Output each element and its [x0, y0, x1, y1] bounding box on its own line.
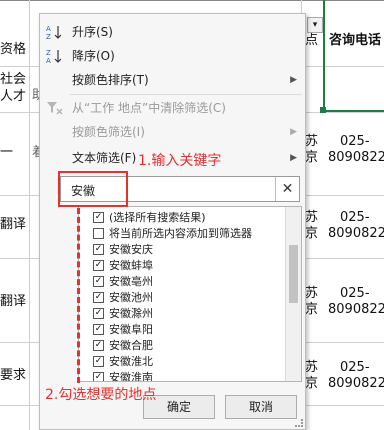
cell-city: 苏	[305, 360, 319, 375]
filter-item-label: 安徽池州	[109, 291, 153, 304]
cell-text: 人才	[0, 89, 27, 104]
cell-city: 苏	[305, 286, 319, 301]
filter-item-label: 安徽阜阳	[109, 323, 153, 336]
sort-descending-icon: Z A	[46, 48, 64, 65]
filter-item-label: 安徽安庆	[109, 243, 153, 256]
scrollbar-thumb[interactable]	[289, 245, 298, 303]
filter-item-label: (选择所有搜索结果)	[109, 211, 206, 224]
header-cell-qualification: 资格	[0, 42, 27, 57]
cell-text: 翻译	[0, 217, 27, 232]
cell-phone: 025-	[340, 360, 370, 375]
cell-text: 一	[0, 145, 14, 160]
annotation-box-search	[58, 171, 128, 207]
filter-item-label: 安徽滁州	[109, 307, 153, 320]
menu-separator	[70, 94, 302, 95]
cell-text: 要求	[0, 368, 27, 383]
filter-item-label: 安徽蚌埠	[109, 259, 153, 272]
cell-phone: 025-	[340, 210, 370, 225]
cell-phone: 8090822	[328, 150, 384, 165]
svg-text:A: A	[46, 25, 51, 33]
checked-checkbox[interactable]: ✓	[93, 212, 104, 223]
text-filter-label: 文本筛选(F)	[72, 151, 137, 165]
checked-checkbox[interactable]: ✓	[93, 372, 104, 381]
cancel-button[interactable]: 取消	[225, 395, 297, 419]
annotation-step1: 1.输入关键字	[138, 153, 222, 169]
checked-checkbox[interactable]: ✓	[93, 356, 104, 367]
cell-city: 京	[305, 376, 319, 391]
svg-text:Z: Z	[46, 49, 51, 57]
sort-ascending-label: 升序(S)	[72, 25, 113, 39]
sort-descending-label: 降序(O)	[72, 49, 115, 63]
checked-checkbox[interactable]: ✓	[93, 308, 104, 319]
header-cell-point: 点	[305, 33, 319, 48]
resize-grip[interactable]	[295, 419, 303, 427]
filter-item-label: 安徽淮南	[109, 371, 153, 382]
filter-item-label: 安徽合肥	[109, 339, 153, 352]
chevron-right-icon: ▶	[290, 153, 297, 163]
sort-ascending-item[interactable]: A Z 升序(S)	[40, 21, 305, 43]
fill-handle[interactable]	[320, 107, 326, 113]
grid-line	[0, 0, 384, 1]
selected-cell-border	[323, 110, 384, 112]
cell-city: 京	[305, 226, 319, 241]
checked-checkbox[interactable]: ✓	[93, 276, 104, 287]
cell-text: 翻译	[0, 294, 27, 309]
checked-checkbox[interactable]: ✓	[93, 260, 104, 271]
cell-phone: 8090822	[328, 302, 384, 317]
cell-city: 京	[305, 302, 319, 317]
filter-value-list: ✓ (选择所有搜索结果) 将当前所选内容添加到筛选器 ✓ 安徽安庆 ✓ 安徽蚌埠 ✓ 安徽亳州 ✓…	[78, 206, 302, 382]
checked-checkbox[interactable]: ✓	[93, 324, 104, 335]
cell-phone: 025-	[340, 286, 370, 301]
cell-text: 社会	[0, 72, 27, 87]
sort-by-color-item[interactable]: 按颜色排序(T) ▶	[40, 69, 305, 91]
unchecked-checkbox[interactable]	[93, 228, 104, 239]
filter-by-color-item[interactable]: 按颜色筛选(I) ▶	[40, 121, 305, 143]
grid-line	[29, 0, 30, 430]
checked-checkbox[interactable]: ✓	[93, 244, 104, 255]
sort-ascending-icon: A Z	[46, 24, 64, 41]
filter-dropdown-button[interactable]: ▾	[307, 17, 323, 33]
excel-screen: { "sheet": { "header_left": "资格", "heade…	[0, 0, 384, 430]
cell-city: 苏	[305, 134, 319, 149]
annotation-step2: 2.勾选想要的地点	[45, 387, 157, 403]
checked-checkbox[interactable]: ✓	[93, 340, 104, 351]
chevron-right-icon: ▶	[290, 127, 297, 137]
annotation-dashed-line	[77, 208, 80, 383]
cell-city: 苏	[305, 210, 319, 225]
cell-phone: 8090822	[328, 376, 384, 391]
sort-by-color-label: 按颜色排序(T)	[72, 73, 149, 87]
svg-text:Z: Z	[46, 33, 51, 40]
header-cell-phone: 咨询电话	[329, 33, 382, 48]
svg-text:A: A	[46, 57, 51, 64]
clear-filter-icon	[46, 100, 64, 116]
clear-filter-item[interactable]: 从“工作 地点”中清除筛选(C)	[40, 97, 305, 119]
clear-search-icon[interactable]: ✕	[275, 177, 299, 201]
cell-city: 京	[305, 150, 319, 165]
filter-item-label: 安徽淮北	[109, 355, 153, 368]
filter-by-color-label: 按颜色筛选(I)	[72, 125, 145, 139]
filter-item-label: 安徽亳州	[109, 275, 153, 288]
cell-phone: 8090822	[328, 226, 384, 241]
list-scrollbar[interactable]	[285, 207, 301, 381]
selected-column-border	[323, 0, 325, 112]
checked-checkbox[interactable]: ✓	[93, 292, 104, 303]
sort-descending-item[interactable]: Z A 降序(O)	[40, 45, 305, 67]
chevron-right-icon: ▶	[290, 75, 297, 85]
cell-phone: 025-	[340, 134, 370, 149]
clear-filter-label: 从“工作 地点”中清除筛选(C)	[72, 101, 226, 115]
filter-item-label: 将当前所选内容添加到筛选器	[109, 227, 252, 240]
